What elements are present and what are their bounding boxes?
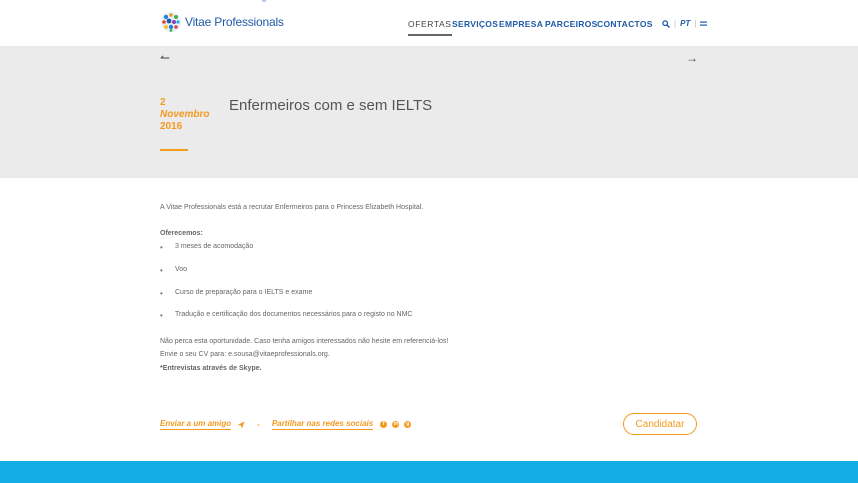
divider: |: [674, 19, 677, 28]
linkedin-icon[interactable]: in: [392, 421, 400, 428]
separator: -: [257, 420, 260, 429]
registered-mark: ®: [262, 0, 267, 4]
apply-button[interactable]: Candidatar: [623, 413, 697, 435]
send-to-friend-link[interactable]: Enviar a um amigo: [160, 419, 232, 430]
intro-text: A Vitae Professionals está a recrutar En…: [160, 204, 424, 211]
date-day: 2: [160, 97, 166, 108]
footer-bar: [0, 461, 858, 483]
logo[interactable]: Vitae Professionals: [160, 11, 284, 33]
date-month: Novembro: [160, 109, 210, 120]
prev-post-arrow-icon[interactable]: ↼: [160, 51, 170, 65]
date-year: 2016: [160, 121, 183, 132]
offer-heading: Oferecemos:: [160, 230, 203, 237]
list-item-text: 3 meses de acomodação: [175, 243, 254, 250]
facebook-icon[interactable]: f: [380, 421, 388, 428]
nav-contactos[interactable]: CONTACTOS: [597, 19, 653, 36]
paragraph-send-cv: Envie o seu CV para: e.sousa@vitaeprofes…: [160, 351, 330, 358]
nav-servicos[interactable]: SERVIÇOS: [452, 19, 499, 36]
paragraph-opportunity: Não perca esta oportunidade. Caso tenha …: [160, 338, 449, 345]
search-icon[interactable]: [662, 19, 670, 28]
post-title: Enfermeiros com e sem IELTS: [229, 97, 433, 114]
bullet-icon: •: [160, 289, 163, 298]
share-social-link[interactable]: Partilhar nas redes sociais: [271, 419, 374, 430]
bullet-icon: •: [160, 266, 163, 275]
header-tools: | PT |: [662, 19, 708, 28]
main-nav: OFERTAS SERVIÇOS EMPRESA PARCEIROS CONTA…: [408, 19, 653, 36]
logo-text: Vitae Professionals: [185, 15, 284, 29]
google-icon[interactable]: g: [404, 421, 412, 428]
list-item-text: Voo: [175, 266, 188, 273]
nav-empresa[interactable]: EMPRESA: [499, 19, 545, 36]
nav-ofertas[interactable]: OFERTAS: [408, 19, 452, 36]
nav-parceiros[interactable]: PARCEIROS: [545, 19, 597, 36]
post-date: 2 Novembro 2016: [160, 97, 209, 133]
bullet-icon: •: [160, 243, 163, 252]
divider: |: [694, 19, 697, 28]
logo-globe-icon: [161, 12, 181, 32]
date-underline: [160, 149, 188, 151]
paragraph-skype-note: *Entrevistas através de Skype.: [160, 365, 262, 372]
menu-icon[interactable]: [700, 21, 708, 27]
site-header: Vitae Professionals ® OFERTAS SERVIÇOS E…: [0, 0, 858, 46]
share-bar: Enviar a um amigo - Partilhar nas redes …: [160, 419, 412, 430]
language-selector[interactable]: PT: [680, 19, 690, 28]
list-item-text: Curso de preparação para o IELTS e exame: [175, 289, 313, 296]
next-post-arrow-icon[interactable]: →: [686, 51, 698, 65]
send-icon[interactable]: [237, 421, 245, 429]
bullet-icon: •: [160, 311, 163, 320]
list-item-text: Tradução e certificação dos documentos n…: [175, 311, 413, 318]
